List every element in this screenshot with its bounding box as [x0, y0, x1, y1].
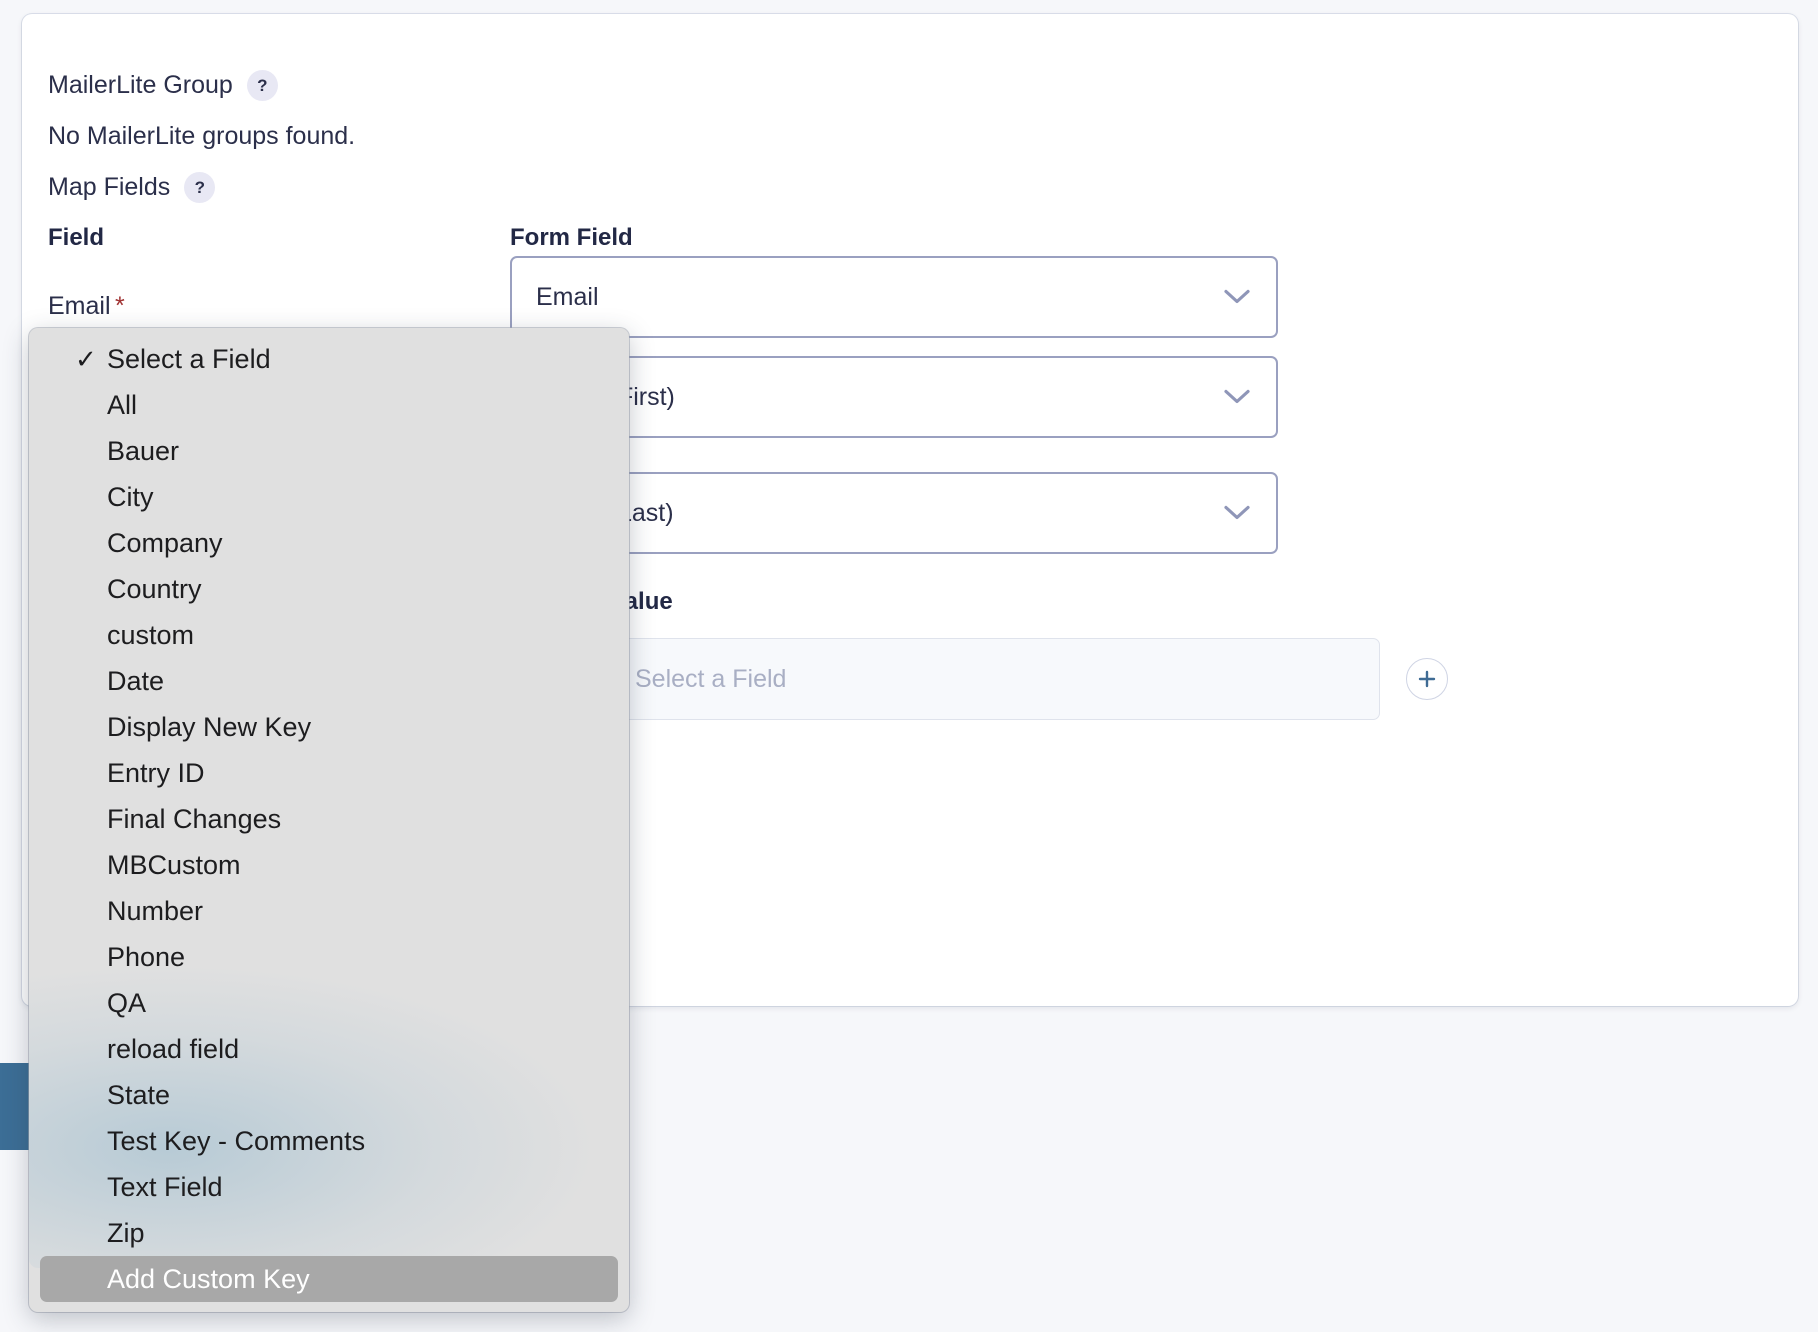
form-field-select-value: Email — [536, 283, 599, 312]
dropdown-option-label: reload field — [107, 1034, 239, 1065]
dropdown-option-label: Display New Key — [107, 712, 311, 743]
mailerlite-group-label: MailerLite Group — [48, 70, 233, 101]
dropdown-option[interactable]: Display New Key — [29, 704, 629, 750]
help-icon[interactable]: ? — [184, 172, 215, 203]
help-icon[interactable]: ? — [247, 70, 278, 101]
dropdown-option-label: All — [107, 390, 137, 421]
dropdown-option[interactable]: State — [29, 1072, 629, 1118]
dropdown-option-label: Bauer — [107, 436, 179, 467]
dropdown-option[interactable]: Phone — [29, 934, 629, 980]
add-mapping-button[interactable] — [1406, 658, 1448, 700]
dropdown-option-label: Company — [107, 528, 223, 559]
column-header-form-field: Form Field — [510, 224, 633, 252]
map-fields-row: Map Fields ? — [48, 172, 215, 203]
dropdown-option-label: Phone — [107, 942, 185, 973]
chevron-down-icon — [1224, 506, 1250, 521]
dropdown-option-label: City — [107, 482, 154, 513]
dropdown-option-label: Date — [107, 666, 164, 697]
dropdown-option[interactable]: Text Field — [29, 1164, 629, 1210]
dropdown-option[interactable]: Bauer — [29, 428, 629, 474]
dropdown-option[interactable]: Final Changes — [29, 796, 629, 842]
no-groups-message: No MailerLite groups found. — [48, 122, 355, 151]
dropdown-option[interactable]: QA — [29, 980, 629, 1026]
field-select-dropdown[interactable]: ✓ Select a Field All Bauer City Company … — [29, 328, 629, 1312]
dropdown-option[interactable]: City — [29, 474, 629, 520]
dropdown-option-add-custom-key[interactable]: Add Custom Key — [40, 1256, 618, 1302]
dropdown-option-label: Final Changes — [107, 804, 281, 835]
page-root: MailerLite Group ? No MailerLite groups … — [0, 0, 1818, 1332]
form-field-select-0[interactable]: Email — [510, 256, 1278, 338]
dropdown-option-label: Zip — [107, 1218, 145, 1249]
dropdown-option-label: State — [107, 1080, 170, 1111]
dropdown-option[interactable]: MBCustom — [29, 842, 629, 888]
dropdown-option-label: Entry ID — [107, 758, 205, 789]
dropdown-option-label: QA — [107, 988, 146, 1019]
column-header-field: Field — [48, 224, 104, 252]
dropdown-option-label: Country — [107, 574, 202, 605]
dropdown-option-label: MBCustom — [107, 850, 241, 881]
dropdown-option[interactable]: Number — [29, 888, 629, 934]
dropdown-option-label: Number — [107, 896, 203, 927]
mailerlite-group-row: MailerLite Group ? — [48, 70, 278, 101]
dropdown-option[interactable]: Country — [29, 566, 629, 612]
dropdown-option[interactable]: Test Key - Comments — [29, 1118, 629, 1164]
field-label-row-0: Email * — [48, 292, 125, 321]
value-input-placeholder: Select a Field — [635, 665, 786, 694]
dropdown-option-label: Test Key - Comments — [107, 1126, 365, 1157]
field-label: Email — [48, 292, 111, 320]
dropdown-option[interactable]: custom — [29, 612, 629, 658]
chevron-down-icon — [1224, 390, 1250, 405]
dropdown-option[interactable]: Entry ID — [29, 750, 629, 796]
dropdown-option-label: Text Field — [107, 1172, 223, 1203]
required-asterisk: * — [115, 292, 125, 320]
dropdown-option[interactable]: Zip — [29, 1210, 629, 1256]
dropdown-option[interactable]: Company — [29, 520, 629, 566]
check-icon: ✓ — [75, 344, 97, 375]
dropdown-option-label: Select a Field — [107, 344, 271, 375]
chevron-down-icon — [1224, 290, 1250, 305]
dropdown-option-label: Add Custom Key — [107, 1264, 310, 1295]
plus-icon — [1406, 658, 1448, 700]
dropdown-option[interactable]: reload field — [29, 1026, 629, 1072]
dropdown-option-label: custom — [107, 620, 194, 651]
dropdown-option[interactable]: Date — [29, 658, 629, 704]
value-input[interactable]: Select a Field — [610, 638, 1380, 720]
map-fields-label: Map Fields — [48, 172, 170, 203]
dropdown-option[interactable]: ✓ Select a Field — [29, 336, 629, 382]
dropdown-option[interactable]: All — [29, 382, 629, 428]
